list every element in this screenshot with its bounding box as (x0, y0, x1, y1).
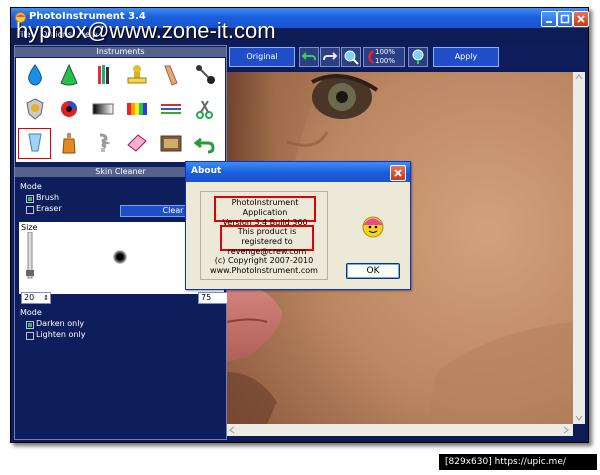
darken-checkbox[interactable] (26, 321, 34, 329)
registered-to-line: This product is registered to (237, 227, 297, 246)
brush-preview (113, 250, 127, 264)
watermark: hypnox@www.zone-it.com (16, 18, 276, 43)
eraser-checkbox[interactable] (26, 206, 34, 214)
stamp-icon (127, 65, 147, 84)
tool-color-wheel[interactable] (52, 94, 85, 125)
eraser-icon (127, 134, 147, 152)
tool-finger[interactable] (154, 60, 187, 91)
glass-icon (28, 133, 42, 152)
size-slider[interactable] (23, 232, 37, 280)
tool-eraser[interactable] (120, 128, 153, 159)
apply-button[interactable]: Apply (433, 47, 499, 67)
cone-icon (60, 63, 78, 86)
smiley-icon (362, 216, 384, 238)
tool-pencils[interactable] (86, 60, 119, 91)
undo-button[interactable] (299, 47, 319, 67)
app-version-box: PhotoInstrument Application Version 3.4 … (214, 196, 316, 227)
tool-bulb[interactable] (86, 128, 119, 159)
lines-icon (161, 104, 181, 114)
tool-bottle[interactable] (52, 128, 85, 159)
spin-arrows-icon: ⇕ (43, 294, 49, 302)
tool-pin[interactable] (188, 60, 221, 91)
scroll-right-icon (563, 426, 569, 434)
tool-spectrum[interactable] (120, 94, 153, 125)
zoom-level[interactable]: 100% 100% (363, 47, 405, 67)
bulb-icon (99, 133, 111, 152)
drop-icon (28, 64, 42, 86)
ok-button[interactable]: OK (346, 263, 400, 279)
vertical-scrollbar[interactable] (573, 72, 585, 424)
size-spinner[interactable]: 20 ⇕ (21, 292, 51, 304)
zoom-a: 100% (375, 48, 396, 56)
scroll-down-icon (575, 415, 583, 421)
color-wheel-icon (61, 101, 77, 117)
size-label: Size (21, 223, 38, 232)
instruments-header: Instruments (15, 47, 226, 57)
tool-gradient[interactable] (86, 94, 119, 125)
tool-picture[interactable] (154, 128, 187, 159)
registration-box: This product is registered to revenge@cr… (220, 225, 314, 256)
close-button[interactable] (573, 11, 589, 27)
redo-button[interactable] (320, 47, 340, 67)
strength-value: 75 (201, 293, 212, 302)
about-info-box: PhotoInstrument Application Version 3.4 … (200, 191, 328, 280)
darken-label: Darken only (36, 319, 85, 328)
lighten-label: Lighten only (36, 330, 86, 339)
scroll-up-icon (575, 74, 583, 80)
mode-label: Mode (20, 182, 42, 191)
mode2-label: Mode (20, 308, 42, 317)
eraser-label: Eraser (36, 204, 62, 213)
about-close-button[interactable] (390, 165, 406, 181)
website-line: www.PhotoInstrument.com (210, 266, 318, 275)
tool-drop[interactable] (18, 60, 51, 91)
app-name-line: PhotoInstrument Application (231, 198, 299, 217)
brush-checkbox[interactable] (26, 195, 34, 203)
bottle-icon (62, 133, 76, 154)
tool-undo[interactable] (188, 128, 221, 159)
about-title-bar[interactable]: About (186, 162, 410, 182)
scissors-icon (196, 100, 213, 119)
size-value: 20 (24, 293, 35, 302)
minimize-icon (546, 21, 552, 23)
zoom-arrow-icon (368, 50, 374, 64)
strength-spinner[interactable]: 75 (198, 292, 228, 304)
finger-icon (164, 65, 178, 86)
zoom-in-button[interactable] (341, 47, 361, 67)
scroll-left-icon (229, 426, 235, 434)
pencils-icon (98, 65, 109, 84)
tool-skin-cleaner[interactable] (18, 128, 51, 159)
close-icon (394, 169, 402, 177)
lighten-checkbox[interactable] (26, 332, 34, 340)
tool-shield[interactable] (18, 94, 51, 125)
brush-label: Brush (36, 193, 60, 202)
minimize-button[interactable] (541, 11, 557, 27)
about-title: About (191, 166, 222, 176)
maximize-icon (560, 14, 570, 24)
horizontal-scrollbar[interactable] (227, 424, 573, 436)
tool-lines[interactable] (154, 94, 187, 125)
undo-icon (193, 137, 215, 154)
shield-icon (26, 98, 44, 120)
tool-stamp[interactable] (120, 60, 153, 91)
pin-icon (196, 65, 215, 84)
gradient-icon (92, 103, 114, 115)
picture-icon (160, 135, 182, 152)
image-footer: [829x630] https://upic.me/ (439, 454, 597, 470)
magnifier-icon (344, 50, 359, 65)
original-button[interactable]: Original (229, 47, 295, 67)
tool-scissors[interactable] (188, 94, 221, 125)
instrument-grid (16, 58, 225, 162)
redo-arrow-icon (323, 52, 338, 61)
zoom-b: 100% (375, 57, 396, 65)
magnifier-hand-icon (412, 49, 424, 64)
about-dialog: About PhotoInstrument Application Versio… (185, 161, 411, 290)
toolbar: Original 100% 100% Apply (227, 45, 585, 69)
close-icon (577, 15, 585, 23)
spectrum-icon (127, 103, 147, 115)
tool-cone[interactable] (52, 60, 85, 91)
maximize-button[interactable] (557, 11, 573, 27)
undo-arrow-icon (301, 52, 316, 61)
copyright-line: (c) Copyright 2007-2010 (214, 256, 314, 265)
zoom-out-button[interactable] (408, 47, 428, 67)
